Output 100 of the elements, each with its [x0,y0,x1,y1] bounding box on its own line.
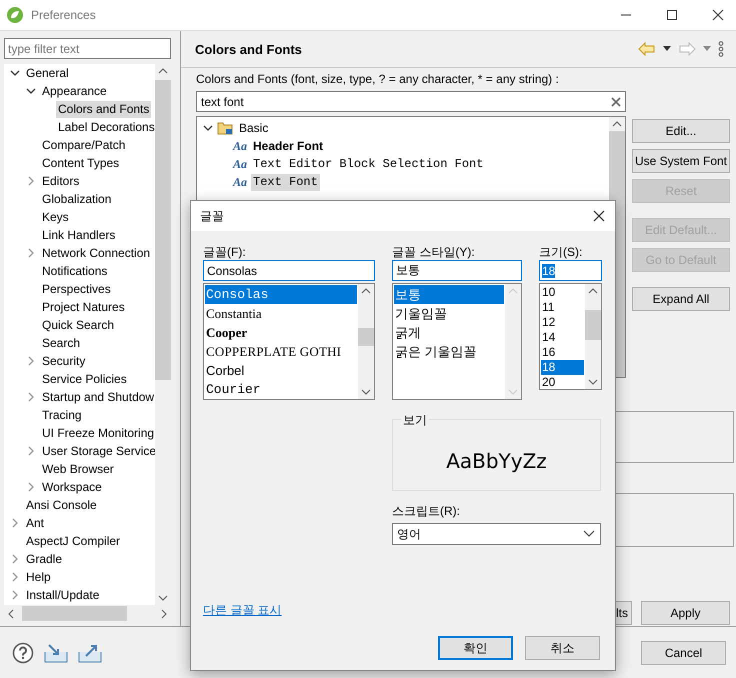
dialog-title: 글꼴 [200,208,224,224]
font-option[interactable]: Corbel [205,361,357,380]
dialog-button[interactable]: 확인 [438,636,513,660]
font-option[interactable]: Constantia [205,304,357,323]
tree-item[interactable]: Notifications [40,262,110,280]
tree-item[interactable]: Appearance [40,82,109,100]
tree-item[interactable]: Tracing [40,406,84,424]
tree-item[interactable]: Ant [24,514,46,532]
scroll-thumb[interactable] [358,328,374,346]
size-option[interactable]: 14 [541,330,584,345]
chevron-right-icon[interactable] [26,356,36,366]
back-arrow-icon[interactable] [638,42,656,56]
forward-arrow-icon[interactable] [678,42,696,56]
script-dropdown[interactable]: 영어 [392,523,601,545]
tree-item[interactable]: Colors and Fonts [56,100,152,118]
font-option[interactable]: Courier [205,380,357,399]
style-option[interactable]: 굵게 [394,323,504,342]
help-icon[interactable] [12,642,34,664]
search-field[interactable]: text font [196,91,626,112]
tree-item[interactable]: Content Types [40,154,122,172]
more-fonts-link[interactable]: 다른 글꼴 표시 [203,602,282,619]
action-button[interactable]: Expand All [632,287,730,311]
tree-item[interactable]: Security [40,352,88,370]
more-icon[interactable] [718,41,724,57]
font-option[interactable]: Cooper [205,323,357,342]
size-option[interactable]: 16 [541,345,584,360]
style-option[interactable]: 보통 [394,285,504,304]
tree-item[interactable]: Text Editor Block Selection Font [251,156,486,172]
tree-item[interactable]: Help [24,568,53,586]
tree-item[interactable]: Web Browser [40,460,116,478]
tree-item[interactable]: Label Decorations [56,118,155,136]
clear-icon[interactable] [611,96,621,106]
style-option[interactable]: 굵은 기울임꼴 [394,342,504,361]
tree-item[interactable]: Gradle [24,550,64,568]
scrollbar[interactable] [585,284,601,389]
chevron-right-icon[interactable] [26,176,36,186]
action-button[interactable]: Edit... [632,119,730,143]
tree-item[interactable]: Project Natures [40,298,127,316]
tree-item[interactable]: Keys [40,208,71,226]
scroll-thumb[interactable] [155,80,171,380]
scroll-thumb[interactable] [22,606,127,621]
scrollbar[interactable] [358,284,374,399]
tree-item[interactable]: Globalization [40,190,114,208]
field-label: 크기(S): [539,244,584,260]
tree-item[interactable]: Startup and Shutdow [40,388,155,406]
font-option[interactable]: COPPERPLATE GOTHI [205,342,357,361]
tree-item[interactable]: Service Policies [40,370,129,388]
chevron-right-icon[interactable] [26,248,36,258]
size-field[interactable]: 18 [539,260,602,281]
tree-item[interactable]: Quick Search [40,316,116,334]
chevron-down-icon[interactable] [10,68,20,78]
tree-item[interactable]: Ansi Console [24,496,99,514]
size-option[interactable]: 11 [541,300,584,315]
style-field[interactable]: 보통 [392,260,522,281]
dropdown-icon[interactable] [663,46,671,52]
font-field[interactable]: Consolas [203,260,375,281]
chevron-down-icon[interactable] [26,86,36,96]
chevron-right-icon[interactable] [10,554,20,564]
close-icon[interactable] [712,9,724,21]
tree-item[interactable]: UI Freeze Monitoring [40,424,155,442]
tree-item[interactable]: General [24,64,71,82]
tree-item[interactable]: Install/Update [24,586,102,604]
chevron-right-icon[interactable] [26,446,36,456]
window-title: Preferences [31,8,96,22]
group-label: 보기 [401,412,429,429]
scroll-thumb[interactable] [585,310,601,340]
size-option[interactable]: 12 [541,315,584,330]
tree-item[interactable]: Editors [40,172,82,190]
size-option[interactable]: 10 [541,285,584,300]
chevron-right-icon[interactable] [10,572,20,582]
tree-item[interactable]: Workspace [40,478,104,496]
close-icon[interactable] [593,210,605,222]
dialog-button[interactable]: 취소 [525,636,600,660]
size-option[interactable]: 20 [541,375,584,389]
export-icon[interactable] [78,642,102,662]
tree-item[interactable]: Text Font [251,174,320,190]
tree-item[interactable]: Network Connection [40,244,152,262]
chevron-down-icon[interactable] [203,123,213,133]
style-option[interactable]: 기울임꼴 [394,304,504,323]
maximize-icon[interactable] [666,9,678,21]
tree-item[interactable]: Link Handlers [40,226,118,244]
tree-item[interactable]: Compare/Patch [40,136,128,154]
apply-button[interactable]: Apply [641,601,730,625]
filter-field[interactable]: type filter text [4,38,171,59]
chevron-right-icon[interactable] [26,392,36,402]
tree-item[interactable]: Basic [237,120,270,136]
sample-text: AaBbYyZz [446,449,547,473]
chevron-right-icon[interactable] [10,590,20,600]
tree-item[interactable]: AspectJ Compiler [24,532,122,550]
size-option[interactable]: 18 [541,360,584,375]
tree-item[interactable]: Search [40,334,82,352]
import-icon[interactable] [44,642,68,662]
font-option[interactable]: Consolas [205,285,357,304]
chevron-right-icon[interactable] [26,482,36,492]
tree-item[interactable]: Header Font [251,138,326,154]
action-button[interactable]: Use System Font [632,149,730,173]
cancel-button[interactable]: Cancel [641,640,726,664]
tree-item[interactable]: Perspectives [40,280,113,298]
font-icon: Aa [233,174,248,190]
chevron-right-icon[interactable] [10,518,20,528]
